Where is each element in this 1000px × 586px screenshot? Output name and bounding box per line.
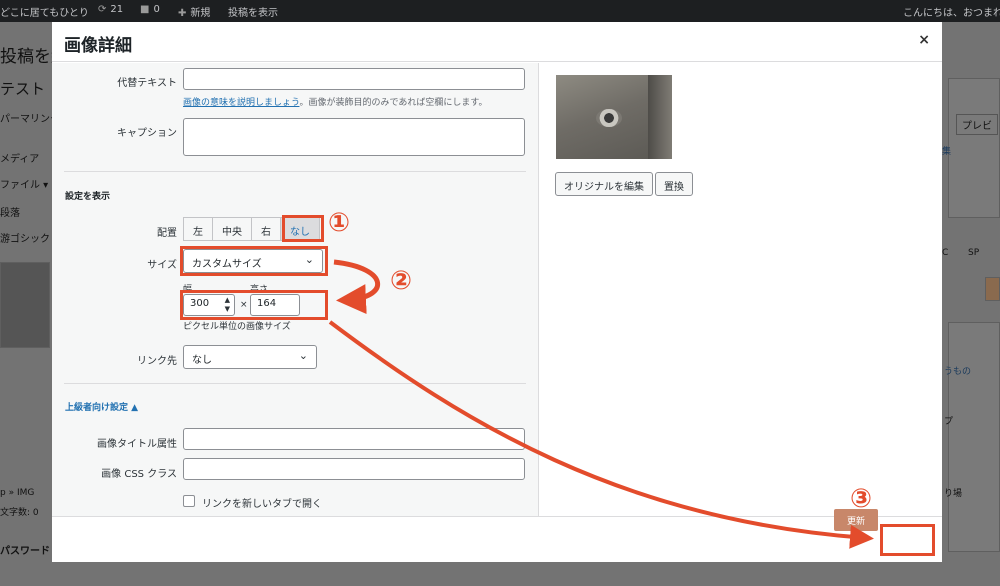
annotation-arrows: [328, 259, 874, 549]
arrow-to-dimensions: [333, 259, 380, 315]
arrow-to-update-button: [328, 320, 874, 549]
